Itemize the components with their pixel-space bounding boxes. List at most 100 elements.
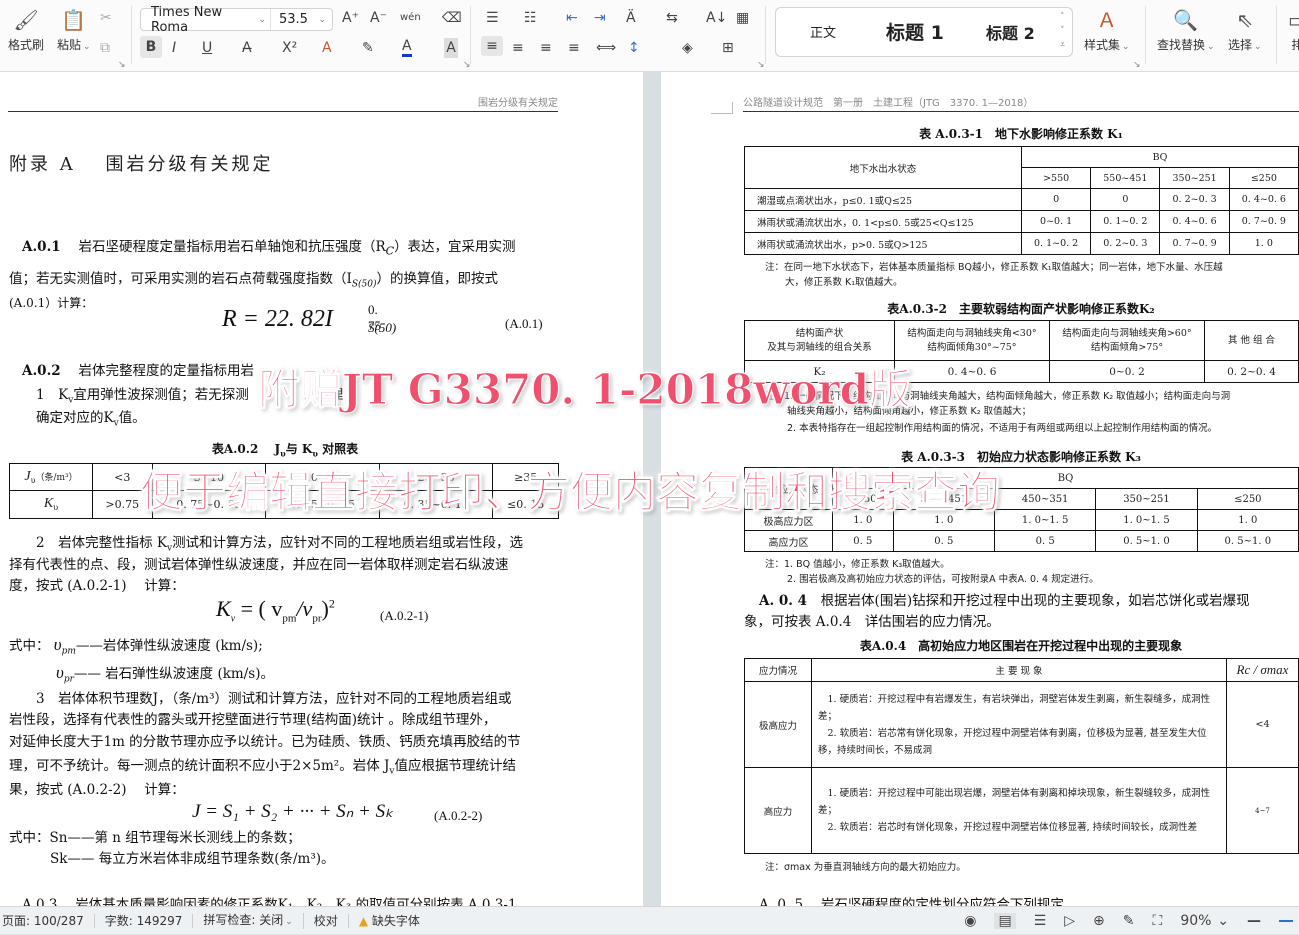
table-row: 高应力 1. 硬质岩：开挖过程中可能出现岩爆，洞壁岩体有剥离和掉块现象，新生裂缝…	[744, 767, 1299, 854]
page-header: 公路隧道设计规范 第一册 土建工程（JTG 3370. 1—2018）	[743, 94, 1299, 112]
status-bar: 页面: 100/287 字数: 149297 拼写检查: 关闭 ⌄ 校对 ▲ 缺失…	[0, 906, 1299, 934]
paragraph-dialog-launcher-icon[interactable]: ↘	[757, 60, 765, 70]
style-normal[interactable]: 正文	[810, 22, 836, 41]
paragraph-a02-2-line2: 择有代表性的点、段，测试岩体弹性纵波速度，并应在同一岩体取样测定岩石纵波速	[9, 557, 509, 573]
table-row: 高应力区 0. 5 0. 5 0. 5 0. 5~1. 0 0. 5~1. 0	[744, 530, 1299, 552]
style-heading-2[interactable]: 标题 2	[986, 20, 1035, 44]
web-view-icon[interactable]: ⊕	[1093, 913, 1105, 929]
borders-icon[interactable]: ⊞	[722, 38, 734, 58]
table-a032-caption: 表A.0.3-2 主要软弱结构面产状影响修正系数K₂	[887, 302, 1155, 316]
equation-a01: R = 22. 82I 0. 75 S(50)	[222, 302, 397, 335]
table-header-cell: ≤250	[1228, 167, 1299, 189]
cut-icon[interactable]: ✂	[100, 8, 112, 28]
zoom-level[interactable]: 90% ⌄	[1180, 913, 1229, 929]
superscript-button[interactable]: X²	[282, 38, 297, 58]
increase-indent-icon[interactable]: ⇥	[594, 8, 606, 28]
char-shading-button[interactable]: A	[444, 38, 458, 58]
outline-view-icon[interactable]: ☰	[1034, 913, 1047, 929]
proofread-button[interactable]: 校对	[304, 913, 349, 928]
chevron-down-icon: ⌄	[1207, 42, 1215, 52]
italic-button[interactable]: I	[172, 38, 176, 58]
ribbon-toolbar: 🖌 格式刷 📋 粘贴 ⌄ ✂ ⧉ ↘ Times New Roma ⌄ 53.5 ⌄ …	[0, 0, 1299, 72]
chevron-down-icon: ⌄	[83, 42, 91, 52]
underline-button[interactable]: U	[202, 38, 212, 58]
spell-check-toggle[interactable]: 拼写检查: 关闭 ⌄	[193, 912, 304, 929]
paragraph-a01-line1: A.0.1 岩石坚硬程度定量指标用岩石单轴饱和抗压强度（RC）表达，宜采用实测	[22, 239, 516, 258]
align-center-button[interactable]: ≡	[512, 38, 524, 58]
highlight-button[interactable]: ✎	[362, 38, 374, 58]
text-effect-button[interactable]: A	[322, 38, 332, 58]
word-count[interactable]: 字数: 149297	[95, 913, 194, 928]
table-row: 潮湿或点滴状出水，p≤0. 1或Q≤25 0 0 0. 2~0. 3 0. 4~…	[744, 188, 1299, 211]
numbered-list-icon[interactable]: ☷	[524, 8, 537, 28]
paragraph-a02-line1: A.0.2 岩体完整程度的定量指标用岩	[22, 363, 254, 379]
table-header-cell: 其 他 组 合	[1204, 320, 1299, 361]
chevron-down-icon: ⌄	[258, 14, 266, 25]
select-button[interactable]: ⇖ 选择 ⌄	[1228, 8, 1262, 53]
show-marks-icon[interactable]: A↓	[706, 8, 727, 28]
paragraph-a05: A. 0. 5 岩石坚硬程度的定性划分应符合下列规定	[759, 897, 1064, 906]
style-set-button[interactable]: Ａ 样式集 ⌄	[1084, 8, 1130, 53]
sort-icon[interactable]: ⇆	[666, 8, 678, 28]
font-name-dropdown[interactable]: Times New Roma ⌄	[141, 5, 271, 35]
phonetic-guide-icon[interactable]: wén	[400, 8, 421, 28]
table-header-cell: Jυ（条/m³）	[9, 463, 93, 491]
bullet-list-icon[interactable]: ☰	[486, 8, 499, 28]
table-a04-note: 注：σmax 为垂直洞轴线方向的最大初始应力。	[765, 862, 966, 873]
table-header-cell: >550	[1020, 167, 1092, 189]
table-row: 极高应力 1. 硬质岩：开挖过程中有岩爆发生，有岩块弹出，洞壁岩体发生剥离，新生…	[744, 681, 1299, 768]
chevron-down-icon: ⌄	[1217, 913, 1229, 929]
format-painter-button[interactable]: 🖌 格式刷	[8, 8, 44, 53]
fullscreen-icon[interactable]: ⛶	[1153, 913, 1163, 929]
table-a04-caption: 表A.0.4 高初始应力地区围岩在开挖过程中出现的主要现象	[859, 639, 1183, 653]
decrease-indent-icon[interactable]: ⇤	[566, 8, 578, 28]
font-size-dropdown[interactable]: 53.5 ⌄	[271, 12, 332, 27]
style-gallery-scroll-icon[interactable]: ˄ ˅ ⩡	[1060, 10, 1065, 52]
where-sn: 式中：Sn——第 n 组节理每米长测线上的条数；	[9, 830, 301, 846]
find-replace-button[interactable]: 🔍 查找替换 ⌄	[1157, 8, 1215, 53]
line-spacing-icon[interactable]: ↕	[628, 38, 640, 58]
table-header-cell: Kυ	[9, 490, 93, 519]
page-header: 围岩分级有关规定	[8, 94, 558, 112]
copy-icon[interactable]: ⧉	[100, 38, 110, 58]
strikethrough-button[interactable]: A̶	[242, 38, 252, 58]
font-color-button[interactable]: A	[402, 38, 412, 57]
paragraph-a02-3-line3: 对延伸长度大于1m 的分散节理亦应予以统计。已为硅质、铁质、钙质充填再胶结的节	[9, 734, 521, 750]
text-direction-icon[interactable]: Ä	[626, 8, 636, 28]
shading-icon[interactable]: ◈	[682, 38, 693, 58]
distribute-button[interactable]: ⟺	[596, 38, 616, 58]
eye-protection-icon[interactable]: ◉	[964, 913, 976, 929]
ribbon-separator	[1145, 6, 1146, 64]
paragraph-a02-3-line2: 岩性段，选择有代表性的露头或开挖壁面进行节理(结构面)统计 。除成组节理外，	[9, 712, 497, 728]
promo-watermark-line2: 便于编辑直接打印、方便内容复制和搜索查询	[140, 468, 1001, 519]
clipboard-dialog-launcher-icon[interactable]: ↘	[118, 60, 126, 70]
pen-icon[interactable]: ✎	[1123, 913, 1135, 929]
clear-format-icon[interactable]: ⌫	[442, 8, 462, 28]
grow-font-icon[interactable]: A⁺	[342, 8, 359, 28]
styles-dialog-launcher-icon[interactable]: ↘	[1133, 60, 1141, 70]
table-gridlines-icon[interactable]: ▦	[736, 8, 749, 28]
align-left-button[interactable]: ≡	[481, 36, 503, 56]
font-selector: Times New Roma ⌄ 53.5 ⌄	[140, 5, 333, 35]
style-heading-1[interactable]: 标题 1	[886, 18, 944, 45]
paste-button[interactable]: 📋 粘贴 ⌄	[57, 8, 91, 53]
page-view-icon[interactable]: ▤	[994, 913, 1016, 929]
format-painter-icon: 🖌	[13, 8, 39, 32]
table-header-cell: 550~451	[1090, 167, 1161, 189]
zoom-slider[interactable]	[1279, 920, 1293, 922]
table-header-cell: 450~351	[993, 488, 1097, 510]
cursor-arrow-icon: ⇖	[1236, 8, 1254, 32]
table-a031: 地下水出水状态 BQ >550 550~451 350~251 ≤250 潮湿或…	[744, 146, 1299, 255]
shrink-font-icon[interactable]: A⁻	[370, 8, 387, 28]
zoom-out-button[interactable]: —	[1247, 913, 1261, 929]
play-icon[interactable]: ▷	[1064, 913, 1075, 929]
arrange-button[interactable]: ▭ 排	[1288, 8, 1299, 53]
page-indicator[interactable]: 页面: 100/287	[0, 913, 95, 928]
arrange-icon: ▭	[1288, 8, 1299, 32]
equation-a02-1: Kv = ( vpm/vpr)2	[216, 596, 335, 625]
table-header-cell: BQ	[1021, 146, 1299, 168]
justify-button[interactable]: ≡	[568, 38, 580, 58]
bold-button[interactable]: B	[140, 36, 162, 58]
align-right-button[interactable]: ≡	[540, 38, 552, 58]
missing-font-button[interactable]: ▲ 缺失字体	[349, 914, 430, 928]
